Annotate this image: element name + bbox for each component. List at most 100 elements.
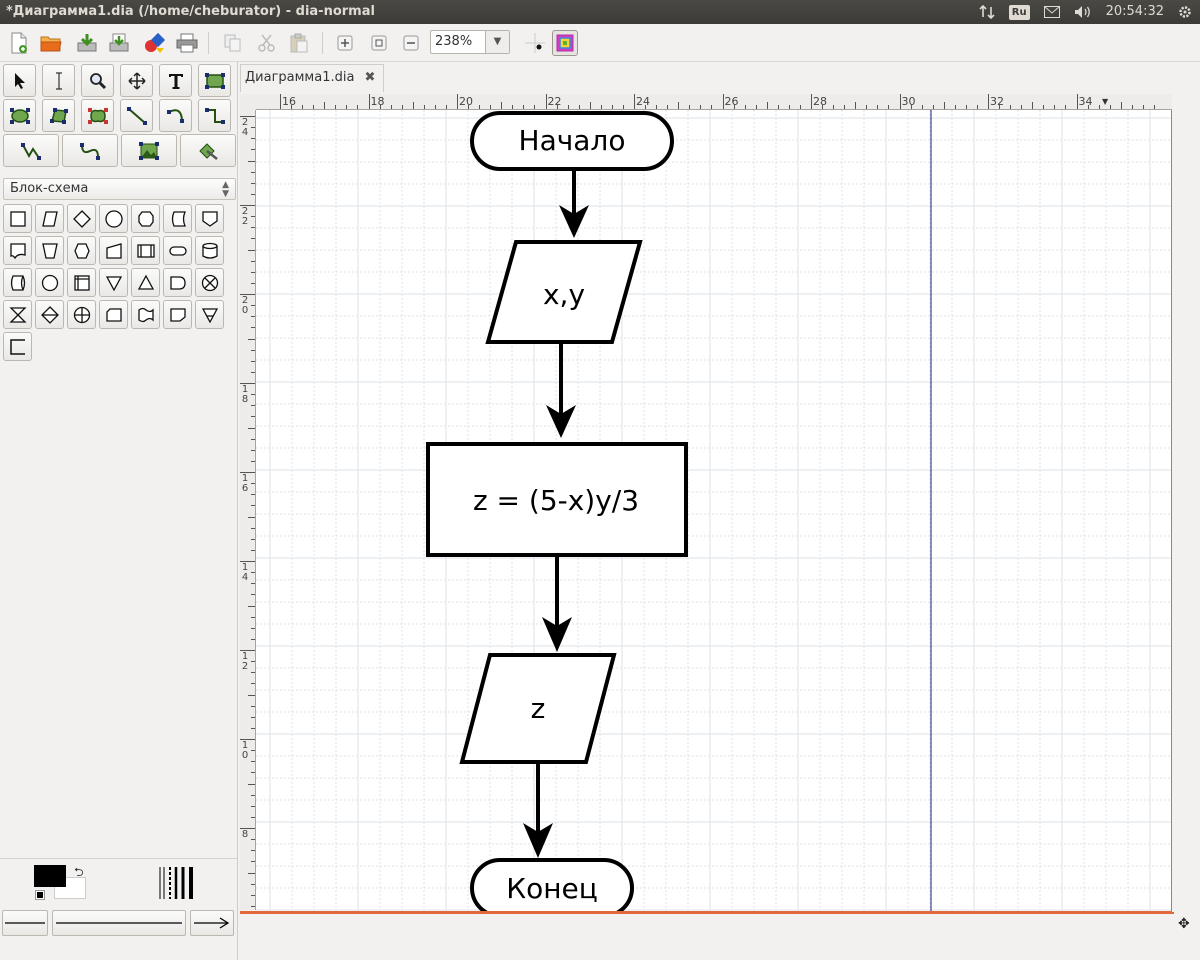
- move-icon[interactable]: [120, 64, 153, 97]
- shape-terminal-icon[interactable]: [163, 236, 192, 265]
- open-file-icon[interactable]: [38, 30, 64, 56]
- paste-icon[interactable]: [286, 30, 312, 56]
- shape-preparation-icon[interactable]: [131, 204, 160, 233]
- ruler-label: 20: [459, 95, 473, 108]
- shape-disk-icon[interactable]: [195, 236, 224, 265]
- snap-grid-icon[interactable]: [522, 30, 548, 56]
- sheet-selector-value[interactable]: Блок-схема: [10, 181, 88, 196]
- zoom-in-icon[interactable]: [332, 30, 358, 56]
- shape-annotation-icon[interactable]: [3, 332, 32, 361]
- save-icon[interactable]: [74, 30, 100, 56]
- shape-circle-icon[interactable]: [99, 204, 128, 233]
- shape-document-icon[interactable]: [3, 236, 32, 265]
- polygon-tool-icon[interactable]: [42, 99, 75, 132]
- mail-icon[interactable]: [1043, 6, 1060, 18]
- ruler-tick: [251, 360, 255, 362]
- ruler-tick: [251, 138, 255, 140]
- shape-internal-storage-icon[interactable]: [67, 268, 96, 297]
- ruler-tick: [302, 105, 304, 109]
- volume-icon[interactable]: [1074, 5, 1092, 19]
- export-icon[interactable]: [142, 30, 168, 56]
- ruler-tick: [523, 105, 525, 109]
- diagram-canvas[interactable]: Начало x,y z = (5-x)y/3 z Конец: [256, 110, 1172, 912]
- text-cursor-icon[interactable]: [42, 64, 75, 97]
- object-snap-icon[interactable]: [552, 30, 578, 56]
- save-as-icon[interactable]: [106, 30, 132, 56]
- shape-direct-access-icon[interactable]: [3, 268, 32, 297]
- ruler-tick: [999, 105, 1001, 109]
- line-tool-icon[interactable]: [120, 99, 153, 132]
- end-arrow-style[interactable]: [190, 910, 234, 936]
- shape-merge-icon[interactable]: [99, 268, 128, 297]
- ruler-tick: [280, 94, 281, 109]
- shape-circle-2-icon[interactable]: [35, 268, 64, 297]
- vertical-scrollbar[interactable]: [1172, 94, 1200, 912]
- zoom-fit-icon[interactable]: [366, 30, 392, 56]
- shape-summing-icon[interactable]: [67, 300, 96, 329]
- chevron-down-icon[interactable]: ▼: [485, 31, 509, 53]
- network-arrows-icon[interactable]: [979, 5, 995, 19]
- shape-manual-input-icon[interactable]: [99, 236, 128, 265]
- clock[interactable]: 20:54:32: [1106, 0, 1164, 24]
- new-file-icon[interactable]: [6, 30, 32, 56]
- shape-data-icon[interactable]: [35, 204, 64, 233]
- shape-predefined-icon[interactable]: [131, 236, 160, 265]
- image-tool-icon[interactable]: [121, 134, 177, 167]
- swap-colors-icon[interactable]: ⮌: [74, 863, 84, 884]
- cut-icon[interactable]: [254, 30, 280, 56]
- shape-collate-icon[interactable]: [3, 300, 32, 329]
- close-icon[interactable]: ✖: [364, 65, 375, 92]
- reset-colors-icon[interactable]: [35, 890, 45, 900]
- shape-preparation-2-icon[interactable]: [67, 236, 96, 265]
- shape-delay-icon[interactable]: [163, 268, 192, 297]
- shape-offline-icon[interactable]: [195, 300, 224, 329]
- ellipse-tool-icon[interactable]: [3, 99, 36, 132]
- ruler-tick: [600, 105, 602, 109]
- copy-icon[interactable]: [220, 30, 246, 56]
- ruler-tick: [888, 105, 890, 109]
- tab-diagram1[interactable]: Диаграмма1.dia ✖: [240, 64, 385, 92]
- shape-manual-op-icon[interactable]: [35, 236, 64, 265]
- print-icon[interactable]: [174, 30, 200, 56]
- shape-card-icon[interactable]: [163, 300, 192, 329]
- keyboard-language-indicator[interactable]: Ru: [1008, 4, 1030, 20]
- settings-gear-icon[interactable]: [1178, 5, 1192, 19]
- zoom-combo[interactable]: 238% ▼: [430, 30, 510, 54]
- shape-punched-tape-icon[interactable]: [131, 300, 160, 329]
- horizontal-scrollbar[interactable]: [240, 914, 1200, 938]
- shape-offpage-icon[interactable]: [195, 204, 224, 233]
- shape-or-icon[interactable]: [195, 268, 224, 297]
- shape-punched-card-icon[interactable]: [99, 300, 128, 329]
- line-width-icon[interactable]: [158, 865, 198, 905]
- box-tool-icon[interactable]: [198, 64, 231, 97]
- navigation-move-icon[interactable]: ✥: [1178, 916, 1190, 932]
- magnify-icon[interactable]: [81, 64, 114, 97]
- shape-extract-icon[interactable]: [131, 268, 160, 297]
- ruler-tick: [822, 105, 824, 109]
- tab-label[interactable]: Диаграмма1.dia: [245, 65, 354, 92]
- beziergon-tool-icon[interactable]: [81, 99, 114, 132]
- ruler-label: 30: [901, 95, 916, 108]
- ruler-tick: [251, 883, 255, 885]
- shape-stored-data-icon[interactable]: [163, 204, 192, 233]
- ruler-tick: [733, 105, 735, 109]
- text-tool-icon[interactable]: [159, 64, 192, 97]
- shape-process-icon[interactable]: [3, 204, 32, 233]
- pointer-icon[interactable]: [3, 64, 36, 97]
- arc-tool-icon[interactable]: [159, 99, 192, 132]
- zigzag-tool-icon[interactable]: [198, 99, 231, 132]
- polyline-tool-icon[interactable]: [3, 134, 59, 167]
- ruler-tick: [251, 349, 255, 351]
- shape-decision-icon[interactable]: [67, 204, 96, 233]
- sheet-selector[interactable]: Блок-схема ▲ ▼: [3, 178, 236, 200]
- zoom-value[interactable]: 238%: [435, 34, 472, 49]
- bezier-tool-icon[interactable]: [62, 134, 118, 167]
- outline-tool-icon[interactable]: [180, 134, 236, 167]
- zoom-out-icon[interactable]: [398, 30, 424, 56]
- ruler-label: 24: [241, 117, 249, 138]
- start-arrow-style[interactable]: [2, 910, 48, 936]
- ruler-label: 28: [813, 95, 827, 108]
- shape-sort-icon[interactable]: [35, 300, 64, 329]
- line-style[interactable]: [52, 910, 186, 936]
- updown-arrows-icon[interactable]: ▲ ▼: [222, 179, 229, 199]
